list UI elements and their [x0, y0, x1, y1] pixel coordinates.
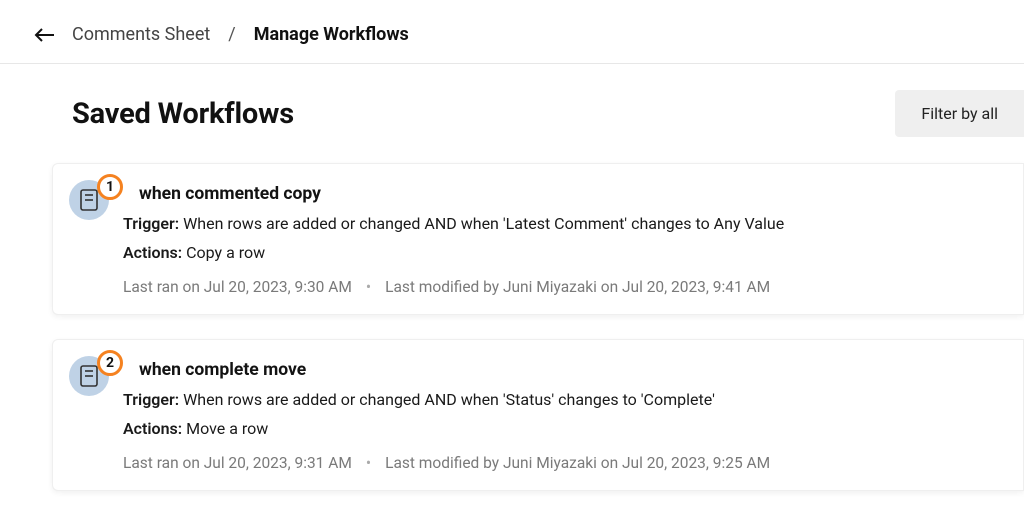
breadcrumb: Comments Sheet / Manage Workflows	[72, 24, 409, 45]
workflow-meta: Last ran on Jul 20, 2023, 9:30 AM • Last…	[123, 278, 784, 296]
meta-separator: •	[366, 454, 371, 472]
workflow-trigger: Trigger: When rows are added or changed …	[123, 390, 770, 409]
trigger-label: Trigger:	[123, 390, 179, 409]
back-arrow-icon[interactable]	[32, 25, 58, 45]
topbar: Comments Sheet / Manage Workflows	[0, 0, 1024, 64]
actions-value: Move a row	[186, 419, 268, 438]
trigger-value: When rows are added or changed AND when …	[183, 214, 784, 233]
page-title: Saved Workflows	[72, 97, 294, 131]
meta-separator: •	[366, 278, 371, 296]
workflow-body: when commented copy Trigger: When rows a…	[123, 182, 784, 296]
actions-value: Copy a row	[186, 243, 265, 262]
workflow-name: when commented copy	[139, 184, 784, 204]
workflow-card[interactable]: 2 when complete move Trigger: When rows …	[52, 339, 1024, 491]
header-row: Saved Workflows Filter by all	[0, 64, 1024, 163]
workflow-name: when complete move	[139, 360, 770, 380]
workflow-meta: Last ran on Jul 20, 2023, 9:31 AM • Last…	[123, 454, 770, 472]
last-ran: Last ran on Jul 20, 2023, 9:31 AM	[123, 454, 352, 472]
breadcrumb-separator: /	[228, 24, 235, 45]
workflow-body: when complete move Trigger: When rows ar…	[123, 358, 770, 472]
trigger-value: When rows are added or changed AND when …	[183, 390, 715, 409]
last-modified: Last modified by Juni Miyazaki on Jul 20…	[385, 454, 770, 472]
last-ran: Last ran on Jul 20, 2023, 9:30 AM	[123, 278, 352, 296]
breadcrumb-parent[interactable]: Comments Sheet	[72, 24, 210, 45]
workflow-card[interactable]: 1 when commented copy Trigger: When rows…	[52, 163, 1024, 315]
annotation-badge: 2	[97, 350, 123, 376]
trigger-label: Trigger:	[123, 214, 179, 233]
annotation-badge: 1	[97, 174, 123, 200]
last-modified: Last modified by Juni Miyazaki on Jul 20…	[385, 278, 770, 296]
filter-button[interactable]: Filter by all	[895, 90, 1024, 137]
workflow-list: 1 when commented copy Trigger: When rows…	[0, 163, 1024, 491]
workflow-actions: Actions: Move a row	[123, 419, 770, 438]
workflow-actions: Actions: Copy a row	[123, 243, 784, 262]
actions-label: Actions:	[123, 243, 182, 262]
workflow-trigger: Trigger: When rows are added or changed …	[123, 214, 784, 233]
breadcrumb-current: Manage Workflows	[254, 24, 409, 45]
actions-label: Actions:	[123, 419, 182, 438]
